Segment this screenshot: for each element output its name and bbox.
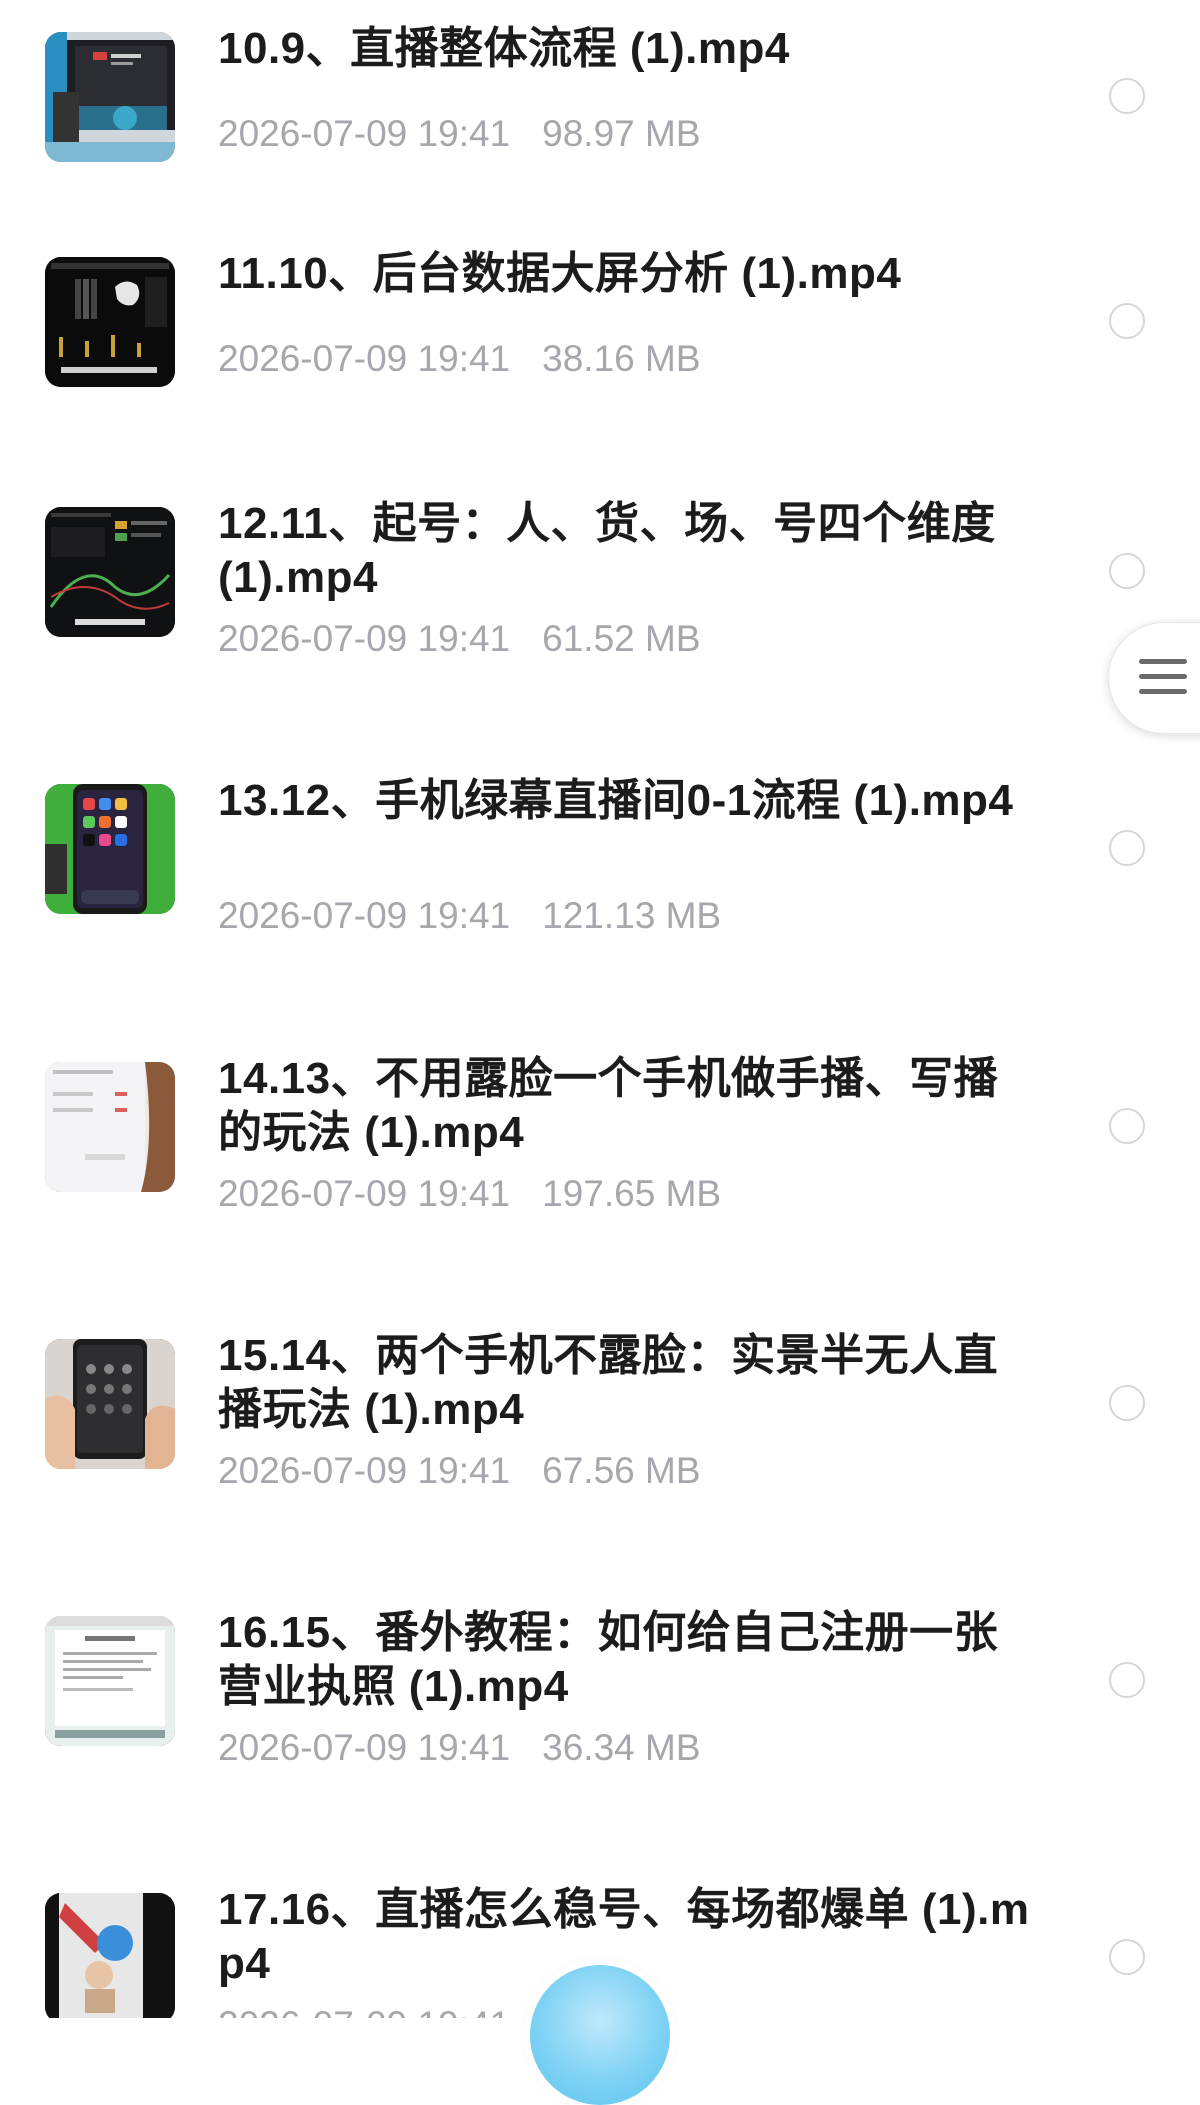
file-meta: 2026-07-09 19:41 36.34 MB	[218, 1726, 701, 1770]
radio-circle-icon[interactable]	[1109, 553, 1145, 589]
file-item[interactable]: 15.14、两个手机不露脸：实景半无人直播玩法 (1).mp4 2026-07-…	[0, 1331, 1200, 1579]
radio-circle-icon[interactable]	[1109, 830, 1145, 866]
file-item[interactable]: 14.13、不用露脸一个手机做手播、写播的玩法 (1).mp4 2026-07-…	[0, 1054, 1200, 1302]
radio-circle-icon[interactable]	[1109, 1662, 1145, 1698]
file-date: 2026-07-09 19:41	[218, 618, 511, 659]
video-thumbnail	[45, 507, 175, 637]
file-title: 15.14、两个手机不露脸：实景半无人直播玩法 (1).mp4	[218, 1331, 999, 1434]
video-thumbnail	[45, 1062, 175, 1192]
file-title: 16.15、番外教程：如何给自己注册一张营业执照 (1).mp4	[218, 1608, 999, 1711]
file-date: 2026-07-09 19:41	[218, 895, 511, 936]
file-date: 2026-07-09 19:41	[218, 1450, 511, 1491]
file-size: 121.13 MB	[542, 895, 722, 936]
file-item[interactable]: 13.12、手机绿幕直播间0-1流程 (1).mp4 2026-07-09 19…	[0, 776, 1200, 1024]
file-meta: 2026-07-09 19:41 98.97 MB	[218, 112, 701, 156]
file-meta: 2026-07-09 19:41 121.13 MB	[218, 894, 721, 938]
file-date: 2026-07-09 19:41	[218, 2003, 510, 2018]
file-meta: 2026-07-09 19:41 197.65 MB	[218, 1172, 721, 1216]
file-meta: 2026-07-09 19:41 38.16 MB	[218, 337, 701, 381]
file-size: 197.65 MB	[542, 1173, 722, 1214]
file-date: 2026-07-09 19:41	[218, 1727, 511, 1768]
file-item[interactable]: 11.10、后台数据大屏分析 (1).mp4 2026-07-09 19:41 3…	[0, 249, 1200, 497]
file-size: 61.52 MB	[542, 618, 701, 659]
radio-circle-icon[interactable]	[1109, 1108, 1145, 1144]
file-size: 38.16 MB	[542, 338, 701, 379]
floating-action-icon[interactable]	[530, 1965, 670, 2105]
video-thumbnail	[45, 784, 175, 914]
file-meta: 2026-07-09 19:41 67.56 MB	[218, 1449, 701, 1493]
file-title: 12.11、起号：人、货、场、号四个维度 (1).mp4	[218, 499, 996, 602]
file-date: 2026-07-09 19:41	[218, 1173, 511, 1214]
file-meta: 2026-07-09 19:41	[218, 2003, 542, 2018]
radio-circle-icon[interactable]	[1109, 1939, 1145, 1975]
file-title: 14.13、不用露脸一个手机做手播、写播的玩法 (1).mp4	[218, 1054, 999, 1157]
video-thumbnail	[45, 32, 175, 162]
file-date: 2026-07-09 19:41	[218, 113, 511, 154]
radio-circle-icon[interactable]	[1109, 1385, 1145, 1421]
file-size: 36.34 MB	[542, 1727, 701, 1768]
file-item[interactable]: 12.11、起号：人、货、场、号四个维度 (1).mp4 2026-07-09 …	[0, 499, 1200, 747]
file-item[interactable]: 16.15、番外教程：如何给自己注册一张营业执照 (1).mp4 2026-07…	[0, 1608, 1200, 1856]
file-title: 10.9、直播整体流程 (1).mp4	[218, 24, 790, 73]
file-title: 13.12、手机绿幕直播间0-1流程 (1).mp4	[218, 776, 1014, 825]
video-thumbnail	[45, 1339, 175, 1469]
file-date: 2026-07-09 19:41	[218, 338, 511, 379]
file-size: 98.97 MB	[542, 113, 701, 154]
file-list: 10.9、直播整体流程 (1).mp4 2026-07-09 19:41 98.9…	[0, 0, 1200, 2018]
file-size: 67.56 MB	[542, 1450, 701, 1491]
radio-circle-icon[interactable]	[1109, 78, 1145, 114]
menu-lines-icon	[1139, 659, 1187, 704]
video-thumbnail	[45, 1893, 175, 2018]
file-meta: 2026-07-09 19:41 61.52 MB	[218, 617, 701, 661]
video-thumbnail	[45, 1616, 175, 1746]
radio-circle-icon[interactable]	[1109, 303, 1145, 339]
file-item[interactable]: 10.9、直播整体流程 (1).mp4 2026-07-09 19:41 98.9…	[0, 24, 1200, 272]
file-title: 11.10、后台数据大屏分析 (1).mp4	[218, 249, 902, 298]
video-thumbnail	[45, 257, 175, 387]
